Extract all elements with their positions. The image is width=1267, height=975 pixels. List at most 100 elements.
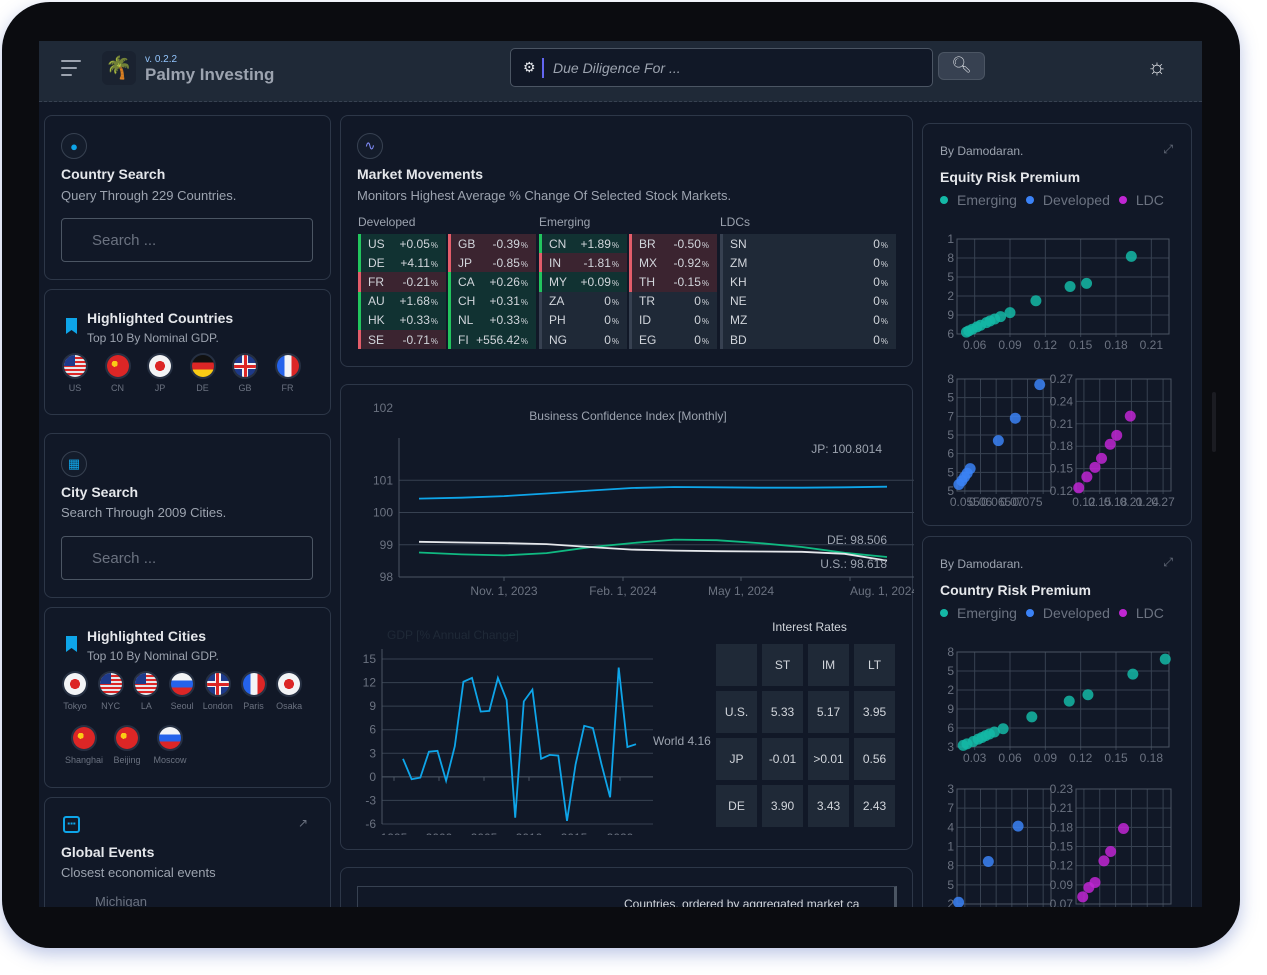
market-row-cn[interactable]: CN +1.89% [539, 234, 627, 254]
flag-cn-icon[interactable] [71, 725, 97, 751]
flag-fr-icon[interactable] [274, 353, 301, 379]
sun-icon[interactable]: ☼ [1145, 55, 1169, 79]
market-row-ng[interactable]: NG 0% [539, 329, 627, 350]
market-row-ca[interactable]: CA +0.26% [448, 272, 536, 292]
legend-item-developed[interactable]: Developed [1025, 192, 1110, 208]
market-row-kh[interactable]: KH 0% [720, 272, 896, 292]
search-button[interactable]: 🔍︎ [938, 52, 985, 80]
due-diligence-input[interactable] [553, 55, 913, 81]
legend-label: LDC [1135, 192, 1164, 208]
market-row-ne[interactable]: NE 0% [720, 291, 896, 311]
expand-icon[interactable]: ⤢ [1163, 142, 1173, 157]
event-item[interactable]: Michigan [95, 894, 147, 907]
flag-fr-icon[interactable] [240, 671, 267, 697]
change-value: 0% [604, 294, 619, 309]
scatter-point [1030, 295, 1042, 307]
market-row-fi[interactable]: FI +556.42% [448, 329, 536, 350]
rate-value-cell: >0.01 [808, 738, 849, 780]
country-code: ZM [730, 255, 748, 270]
legend-label: Emerging [957, 192, 1017, 208]
country-search-input[interactable] [62, 219, 312, 261]
series-end-label: JP: 100.8014 [811, 442, 882, 456]
change-value: 0% [604, 313, 619, 328]
legend-item-emerging[interactable]: Emerging [940, 192, 1017, 208]
legend-item-developed[interactable]: Developed [1025, 605, 1110, 621]
market-row-se[interactable]: SE -0.71% [358, 329, 446, 350]
flag-jp-icon[interactable] [276, 671, 303, 697]
due-diligence-search[interactable]: ⚙ [510, 48, 933, 87]
flag-sk-icon[interactable] [169, 671, 196, 697]
market-row-br[interactable]: BR -0.50% [629, 234, 717, 254]
change-value: -0.15% [673, 274, 709, 289]
market-row-sn[interactable]: SN 0% [720, 234, 896, 254]
gear-icon[interactable]: ⚙ [523, 59, 536, 76]
change-value: -0.71% [402, 332, 438, 347]
app-title[interactable]: Palmy Investing [145, 65, 274, 85]
market-row-mz[interactable]: MZ 0% [720, 310, 896, 330]
rate-header-cell [716, 644, 757, 686]
hamburger-icon[interactable] [61, 59, 83, 77]
legend-item-ldc[interactable]: LDC [1118, 605, 1164, 621]
flag-de-icon[interactable] [189, 353, 216, 379]
market-row-nl[interactable]: NL +0.33% [448, 310, 536, 330]
status-bar [629, 253, 632, 273]
pulse-chart-icon: ∿ [357, 133, 383, 159]
market-row-hk[interactable]: HK +0.33% [358, 310, 446, 330]
status-bar [358, 272, 361, 292]
market-row-bd[interactable]: BD 0% [720, 329, 896, 350]
flag-cn-icon[interactable] [104, 353, 131, 379]
x-tick-label: 0.15 [1104, 751, 1128, 765]
market-row-zm[interactable]: ZM 0% [720, 253, 896, 273]
market-row-eg[interactable]: EG 0% [629, 329, 717, 350]
status-bar [539, 272, 542, 292]
flag-gb-icon[interactable] [204, 671, 231, 697]
market-row-ph[interactable]: PH 0% [539, 310, 627, 330]
market-row-us[interactable]: US +0.05% [358, 234, 446, 254]
market-row-in[interactable]: IN -1.81% [539, 253, 627, 273]
unit-label: % [520, 240, 528, 250]
y-tick-label: 5 [947, 664, 954, 678]
flag-jp-icon[interactable] [147, 353, 173, 379]
market-row-ch[interactable]: CH +0.31% [448, 291, 536, 311]
market-row-my[interactable]: MY +0.09% [539, 272, 627, 292]
country-search-field[interactable] [61, 218, 313, 262]
flag-ru-icon[interactable] [157, 725, 183, 751]
y-tick-label: 0.18 [1050, 820, 1074, 834]
market-row-fr[interactable]: FR -0.21% [358, 272, 446, 292]
market-row-za[interactable]: ZA 0% [539, 291, 627, 311]
market-row-th[interactable]: TH -0.15% [629, 272, 717, 292]
market-row-tr[interactable]: TR 0% [629, 291, 717, 311]
external-link-icon[interactable]: ↗ [298, 816, 308, 830]
y-tick-label: 9 [369, 699, 376, 713]
status-bar [720, 329, 723, 350]
unit-label: % [880, 240, 888, 250]
flag-cn-icon[interactable] [114, 725, 140, 751]
flag-gb-icon[interactable] [232, 353, 258, 379]
flag-us-icon[interactable] [97, 671, 124, 697]
market-row-id[interactable]: ID 0% [629, 310, 717, 330]
equity-risk-card: By Damodaran. ⤢ Equity Risk Premium Emer… [922, 123, 1192, 526]
expand-icon[interactable]: ⤢ [1163, 555, 1173, 570]
scatter-point [992, 435, 1004, 447]
change-value: 0% [873, 255, 888, 270]
market-row-jp[interactable]: JP -0.85% [448, 253, 536, 273]
market-row-gb[interactable]: GB -0.39% [448, 234, 536, 254]
market-row-au[interactable]: AU +1.68% [358, 291, 446, 311]
y-tick-label: 0.23 [1050, 782, 1074, 796]
legend-label: Developed [1042, 605, 1110, 621]
flag-us-icon[interactable] [62, 353, 88, 379]
legend-item-emerging[interactable]: Emerging [940, 605, 1017, 621]
unit-label: % [701, 336, 709, 346]
rate-header-cell: IM [808, 644, 849, 686]
market-row-de[interactable]: DE +4.11% [358, 253, 446, 273]
flag-us-icon[interactable] [133, 671, 160, 697]
legend-item-ldc[interactable]: LDC [1118, 192, 1164, 208]
scatter-point [1096, 452, 1108, 464]
market-row-mx[interactable]: MX -0.92% [629, 253, 717, 273]
palm-tree-icon[interactable]: 🌴 [102, 51, 136, 85]
city-search-input[interactable] [62, 537, 312, 579]
city-search-field[interactable] [61, 536, 313, 580]
status-bar [720, 291, 723, 311]
flag-jp-icon[interactable] [62, 671, 88, 697]
legend-dot-icon [1025, 609, 1034, 617]
